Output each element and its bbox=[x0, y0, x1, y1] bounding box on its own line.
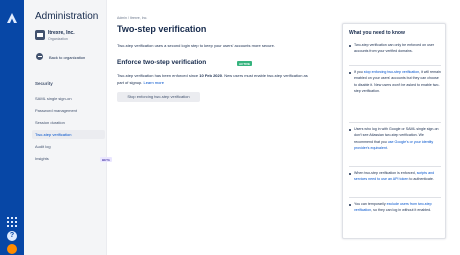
bullet-icon bbox=[349, 129, 351, 131]
learn-more-link[interactable]: Learn more bbox=[143, 80, 163, 85]
sidebar: Administration Itrexre, Inc. Organizatio… bbox=[24, 0, 112, 255]
main-content: Admin / Itrexre, Inc. Two-step verificat… bbox=[107, 0, 342, 255]
intro-text: Two-step verification uses a second logi… bbox=[117, 43, 275, 48]
bullet-icon bbox=[349, 173, 351, 175]
enforce-heading: Enforce two-step verification bbox=[117, 59, 207, 66]
divider bbox=[349, 197, 441, 198]
tip-item: Users who log in with Google or SAML sin… bbox=[354, 127, 439, 150]
bullet-icon bbox=[349, 72, 351, 74]
divider bbox=[349, 122, 441, 123]
panel-title: What you need to know bbox=[349, 30, 405, 36]
product-rail: ? bbox=[0, 0, 24, 255]
status-badge: ACTIVE bbox=[237, 61, 253, 66]
tip-item: Two-step verification can only be enforc… bbox=[354, 43, 435, 54]
sidebar-item-two-step-verification[interactable]: Two-step verification bbox=[32, 130, 105, 139]
security-section-heading: Security bbox=[35, 81, 53, 86]
org-name: Itrexre, Inc. bbox=[48, 30, 75, 36]
enforced-date: 10 Feb 2020 bbox=[199, 73, 222, 78]
sidebar-item-session-duration[interactable]: Session duration bbox=[35, 118, 105, 127]
page-title: Two-step verification bbox=[117, 24, 207, 34]
back-arrow-icon[interactable] bbox=[36, 53, 43, 60]
sidebar-item-password-management[interactable]: Password management bbox=[35, 106, 105, 115]
bullet-icon bbox=[349, 204, 351, 206]
tip-item: When two-step verification is enforced, … bbox=[354, 171, 435, 182]
stop-enforcing-link[interactable]: stop enforcing two-step verification bbox=[364, 70, 419, 74]
breadcrumb[interactable]: Admin / Itrexre, Inc. bbox=[117, 16, 147, 20]
bullet-icon bbox=[349, 45, 351, 47]
app-switcher-icon[interactable] bbox=[7, 217, 17, 227]
org-subtitle: Organization bbox=[48, 37, 68, 41]
sidebar-item-audit-log[interactable]: Audit log bbox=[35, 142, 105, 151]
divider bbox=[349, 65, 441, 66]
tip-item: You can temporarily exclude users from t… bbox=[354, 202, 432, 213]
what-you-need-to-know-panel: What you need to know Two-step verificat… bbox=[342, 23, 446, 239]
stop-enforcing-button[interactable]: Stop enforcing two-step verification bbox=[117, 92, 200, 102]
help-icon[interactable]: ? bbox=[7, 231, 17, 241]
enforcement-status-text: Two-step verification has been enforced … bbox=[117, 73, 308, 85]
org-logo-icon bbox=[35, 30, 45, 40]
divider bbox=[349, 166, 441, 167]
sidebar-item-insights[interactable]: Insights bbox=[35, 154, 105, 163]
sidebar-item-saml[interactable]: SAML single sign-on bbox=[35, 94, 105, 103]
tip-item: If you stop enforcing two-step verificat… bbox=[354, 70, 441, 93]
avatar[interactable] bbox=[7, 244, 17, 254]
sidebar-title: Administration bbox=[35, 11, 99, 22]
back-to-organization-link[interactable]: Back to organization bbox=[49, 55, 85, 60]
atlassian-logo-icon[interactable] bbox=[6, 12, 18, 24]
